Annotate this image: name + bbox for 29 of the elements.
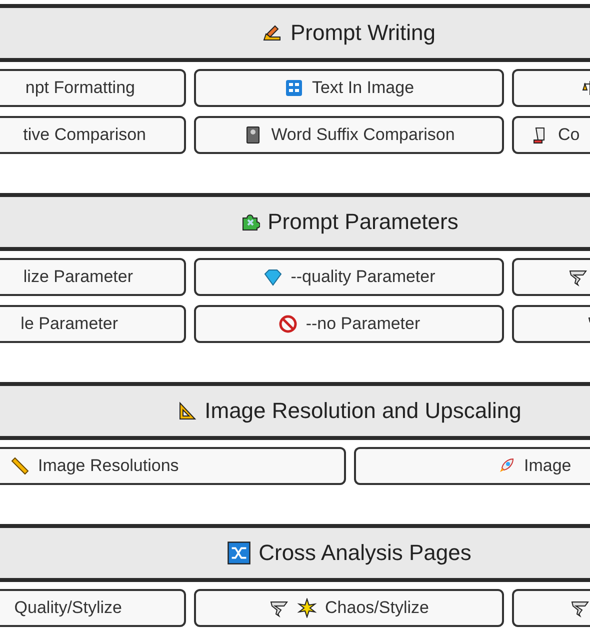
page-link-button[interactable] — [512, 69, 590, 107]
page-link-button[interactable]: Text In Image — [194, 69, 504, 107]
page-link-button[interactable]: le Parameter — [0, 305, 186, 343]
section-title: Cross Analysis Pages — [258, 540, 472, 566]
puzzle-icon — [240, 212, 260, 232]
gem-icon — [262, 267, 283, 287]
letters-icon — [284, 78, 304, 98]
pencil-icon — [262, 23, 282, 43]
page-link-button[interactable]: lize Parameter — [0, 258, 186, 296]
page-link-button[interactable]: Quality/Stylize — [0, 589, 186, 627]
page-link-button[interactable]: Image Resolutions — [0, 447, 346, 485]
section-title: Image Resolution and Upscaling — [204, 398, 522, 424]
shuffle-icon — [226, 541, 251, 565]
page-link-button[interactable]: Word Suffix Comparison — [194, 116, 504, 154]
ruler-icon — [10, 456, 30, 476]
section-title: Prompt Parameters — [268, 209, 458, 235]
page-link-button[interactable]: Image — [354, 447, 590, 485]
page-link-button[interactable] — [512, 258, 590, 296]
page-link-button[interactable]: Chaos/Stylize — [194, 589, 504, 627]
page-link-button[interactable]: tive Comparison — [0, 116, 186, 154]
page-link-button[interactable]: --quality Parameter — [194, 258, 504, 296]
page-link-button[interactable] — [512, 589, 590, 627]
sparkle-icon — [297, 598, 318, 618]
page-link-button[interactable]: Co — [512, 116, 590, 154]
page-link-button[interactable] — [512, 305, 590, 343]
section-title: Prompt Writing — [290, 20, 436, 46]
prohibited-icon — [278, 314, 298, 334]
page-link-button[interactable]: --no Parameter — [194, 305, 504, 343]
page-link-button[interactable]: npt Formatting — [0, 69, 186, 107]
